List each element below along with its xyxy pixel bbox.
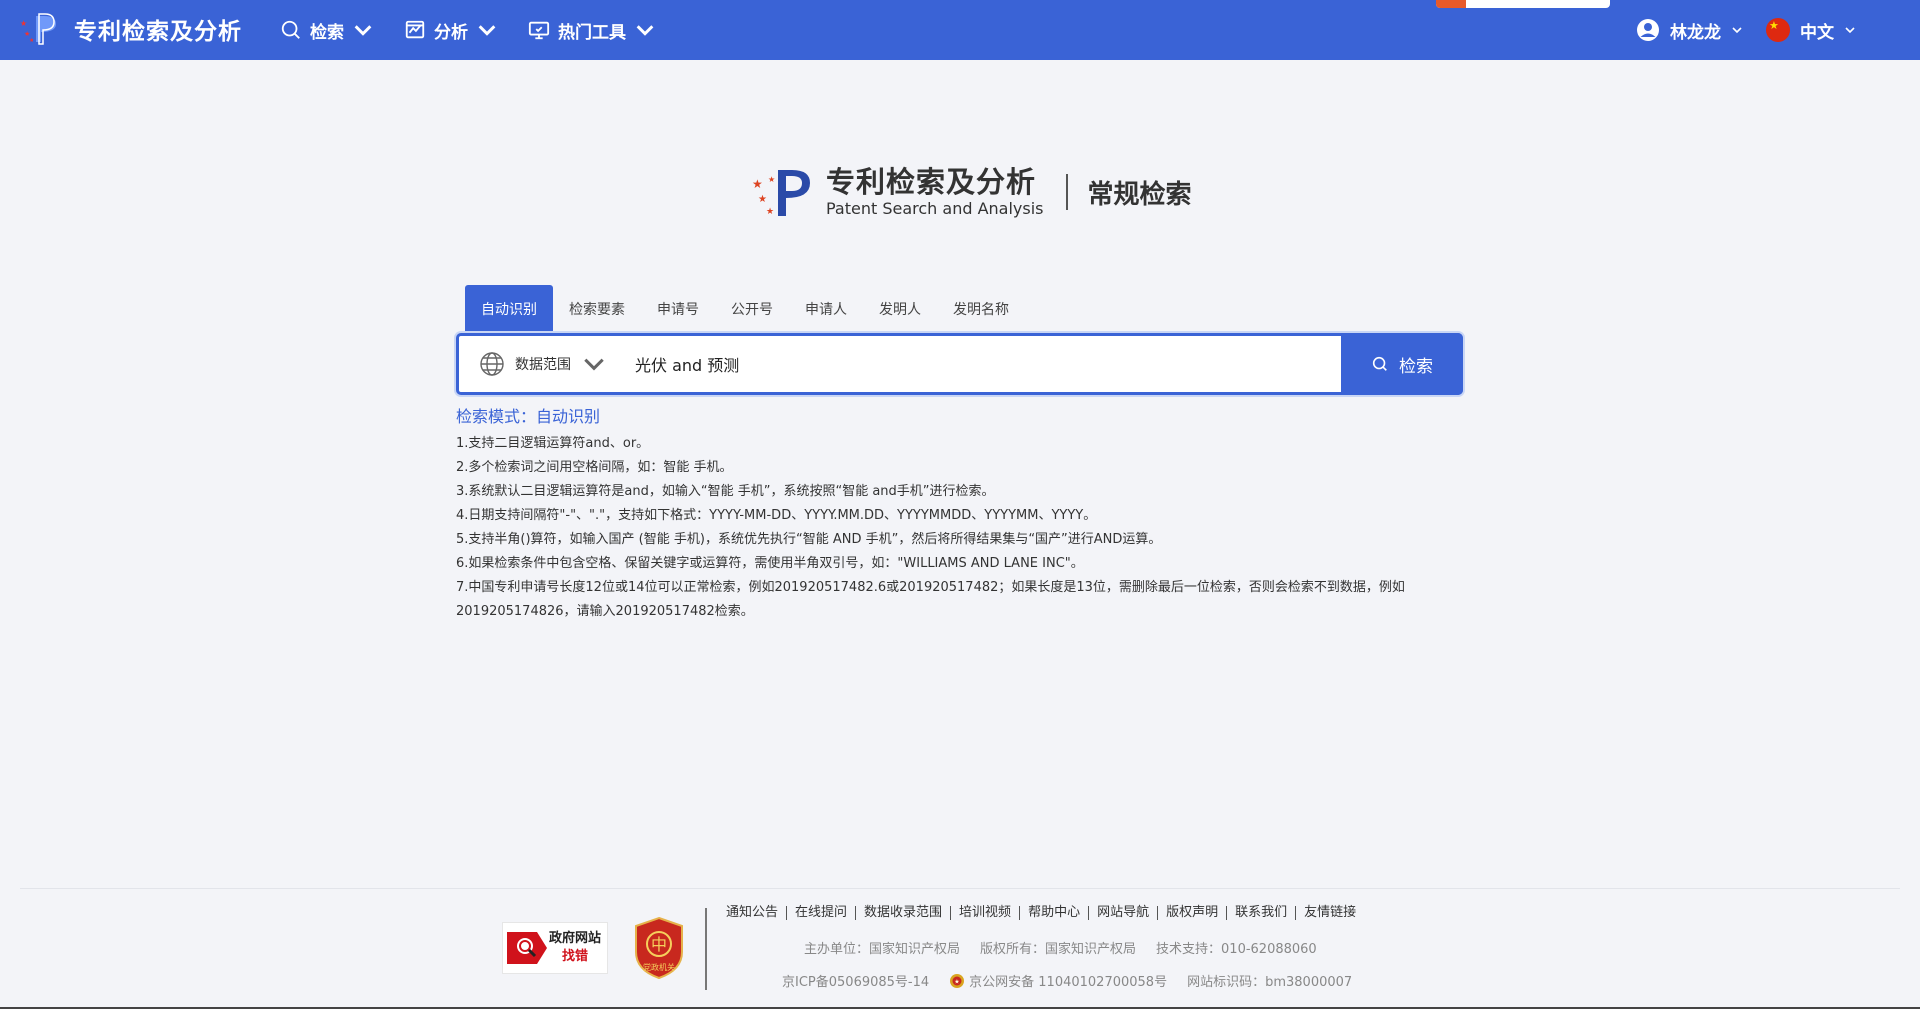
- hero-title-cn: 专利检索及分析: [826, 165, 1037, 199]
- nav-search-label: 检索: [310, 22, 344, 43]
- footer-vertical-divider: [705, 908, 707, 990]
- tab-invention-title[interactable]: 发明名称: [937, 285, 1025, 332]
- footer-link-online-question[interactable]: 在线提问: [786, 906, 855, 920]
- brand[interactable]: ★ ★ ★ 专利检索及分析: [18, 12, 242, 46]
- gov-website-error-badge[interactable]: 政府网站 找错: [502, 922, 608, 974]
- brand-name: 专利检索及分析: [74, 19, 242, 45]
- footer-link-contact[interactable]: 联系我们: [1226, 906, 1295, 920]
- footer-support: 技术支持：010-62088060: [1156, 942, 1317, 957]
- footer-divider: [20, 888, 1900, 889]
- nav-search[interactable]: 检索: [280, 18, 374, 43]
- user-menu[interactable]: 林龙龙: [1636, 0, 1743, 60]
- svg-text:★: ★: [766, 207, 774, 217]
- search-box: 数据范围 检索: [456, 333, 1463, 395]
- user-name: 林龙龙: [1670, 22, 1721, 43]
- footer-link-training-video[interactable]: 培训视频: [950, 906, 1019, 920]
- hint-item: 1.支持二目逻辑运算符and、or。: [456, 436, 650, 451]
- footer-site-code: 网站标识码：bm38000007: [1187, 975, 1353, 990]
- police-emblem-icon: ★: [950, 973, 965, 988]
- chevron-down-icon: [1845, 27, 1855, 34]
- footer-link-notice[interactable]: 通知公告: [726, 906, 786, 920]
- chevron-down-icon: [1732, 27, 1742, 34]
- patent-logo-icon: ★ ★ ★ ★: [752, 170, 810, 217]
- footer-link-site-nav[interactable]: 网站导航: [1088, 906, 1157, 920]
- footer-copyright: 版权所有：国家知识产权局: [980, 942, 1137, 957]
- svg-text:★: ★: [752, 177, 763, 191]
- search-tabs: 自动识别 检索要素 申请号 公开号 申请人 发明人 发明名称: [465, 285, 1025, 332]
- footer-icp[interactable]: 京ICP备05069085号-14: [782, 971, 929, 990]
- footer-link-help-center[interactable]: 帮助中心: [1019, 906, 1088, 920]
- chevron-down-icon: [478, 25, 496, 36]
- patent-logo-icon: ★ ★ ★: [20, 13, 56, 45]
- tab-inventor[interactable]: 发明人: [863, 285, 937, 332]
- hero-logo: ★ ★ ★ ★ 专利检索及分析 Patent Search and Analys…: [748, 164, 1192, 220]
- footer-link-copyright[interactable]: 版权声明: [1157, 906, 1226, 920]
- top-navbar: ★ ★ ★ 专利检索及分析 检索 分析 热门工具 林龙龙 中文: [0, 0, 1920, 60]
- main-nav: 检索 分析 热门工具: [280, 0, 656, 60]
- china-flag-icon: [1766, 18, 1790, 42]
- footer-links: 通知公告 在线提问 数据收录范围 培训视频 帮助中心 网站导航 版权声明 联系我…: [726, 906, 1364, 920]
- hero-divider: [1065, 174, 1068, 210]
- nav-analysis[interactable]: 分析: [404, 18, 498, 43]
- tab-auto-detect[interactable]: 自动识别: [465, 285, 553, 332]
- footer-link-friends[interactable]: 友情链接: [1295, 906, 1364, 920]
- search-button[interactable]: 检索: [1341, 333, 1463, 395]
- hint-item: 7.中国专利申请号长度12位或14位可以正常检索，例如201920517482.…: [456, 580, 1405, 619]
- nav-analysis-label: 分析: [434, 22, 468, 43]
- chart-icon: [405, 20, 425, 39]
- nav-tools[interactable]: 热门工具: [528, 18, 656, 43]
- data-scope-label: 数据范围: [515, 357, 571, 373]
- tab-search-elements[interactable]: 检索要素: [553, 285, 641, 332]
- svg-text:★: ★: [20, 19, 27, 28]
- party-government-badge-icon[interactable]: 中 党政机关: [632, 916, 686, 980]
- language-label: 中文: [1800, 22, 1834, 43]
- chevron-down-icon: [584, 358, 604, 371]
- footer-police-record[interactable]: ★ 京公网安备 11040102700058号: [949, 971, 1167, 990]
- svg-text:中: 中: [651, 935, 667, 954]
- hint-item: 2.多个检索词之间用空格间隔，如：智能 手机。: [456, 460, 733, 475]
- monitor-icon: [528, 21, 550, 40]
- footer-sponsor: 主办单位：国家知识产权局: [804, 942, 961, 957]
- svg-text:★: ★: [29, 37, 34, 44]
- footer-police-text: 京公网安备 11040102700058号: [969, 975, 1168, 990]
- footer-info-row: 主办单位：国家知识产权局 版权所有：国家知识产权局 技术支持：010-62088…: [804, 938, 1317, 957]
- search-icon: [281, 20, 300, 39]
- hint-item: 5.支持半角()算符，如输入国产 (智能 手机)，系统优先执行“智能 AND 手…: [456, 532, 1162, 547]
- hint-item: 6.如果检索条件中包含空格、保留关键字或运算符，需使用半角双引号，如："WILL…: [456, 556, 1084, 571]
- party-badge-text: 党政机关: [643, 962, 675, 972]
- chevron-down-icon: [354, 25, 372, 36]
- search-icon: [1372, 356, 1387, 371]
- search-mode-line: 检索模式：自动识别: [456, 407, 601, 426]
- language-menu[interactable]: 中文: [1766, 0, 1856, 60]
- chevron-down-icon: [636, 25, 654, 36]
- gov-badge-bottom: 找错: [562, 949, 589, 964]
- nav-tools-label: 热门工具: [558, 22, 626, 43]
- tab-application-number[interactable]: 申请号: [641, 285, 715, 332]
- svg-text:★: ★: [954, 978, 959, 985]
- search-hints: 1.支持二目逻辑运算符and、or。 2.多个检索词之间用空格间隔，如：智能 手…: [456, 432, 1416, 624]
- svg-text:★: ★: [768, 175, 775, 184]
- tab-publication-number[interactable]: 公开号: [715, 285, 789, 332]
- search-input[interactable]: [621, 336, 1341, 392]
- data-scope-dropdown[interactable]: 数据范围: [459, 336, 621, 392]
- svg-text:★: ★: [758, 194, 767, 205]
- hint-item: 4.日期支持间隔符"-"、"."，支持如下格式：YYYY-MM-DD、YYYY.…: [456, 508, 1097, 523]
- footer-link-data-coverage[interactable]: 数据收录范围: [855, 906, 950, 920]
- hero-title-en: Patent Search and Analysis: [826, 199, 1044, 218]
- search-mode-title: 常规检索: [1087, 179, 1192, 210]
- tab-applicant[interactable]: 申请人: [789, 285, 863, 332]
- user-avatar-icon: [1637, 19, 1659, 41]
- search-button-label: 检索: [1399, 356, 1433, 377]
- magnifier-badge-icon: [507, 932, 547, 964]
- promo-banner[interactable]: [1436, 0, 1610, 8]
- hint-item: 3.系统默认二目逻辑运算符是and，如输入“智能 手机”，系统按照“智能 and…: [456, 484, 995, 499]
- footer-registration-row: 京ICP备05069085号-14 ★ 京公网安备 11040102700058…: [782, 971, 1352, 990]
- globe-icon: [480, 352, 504, 376]
- gov-badge-top: 政府网站: [549, 931, 602, 946]
